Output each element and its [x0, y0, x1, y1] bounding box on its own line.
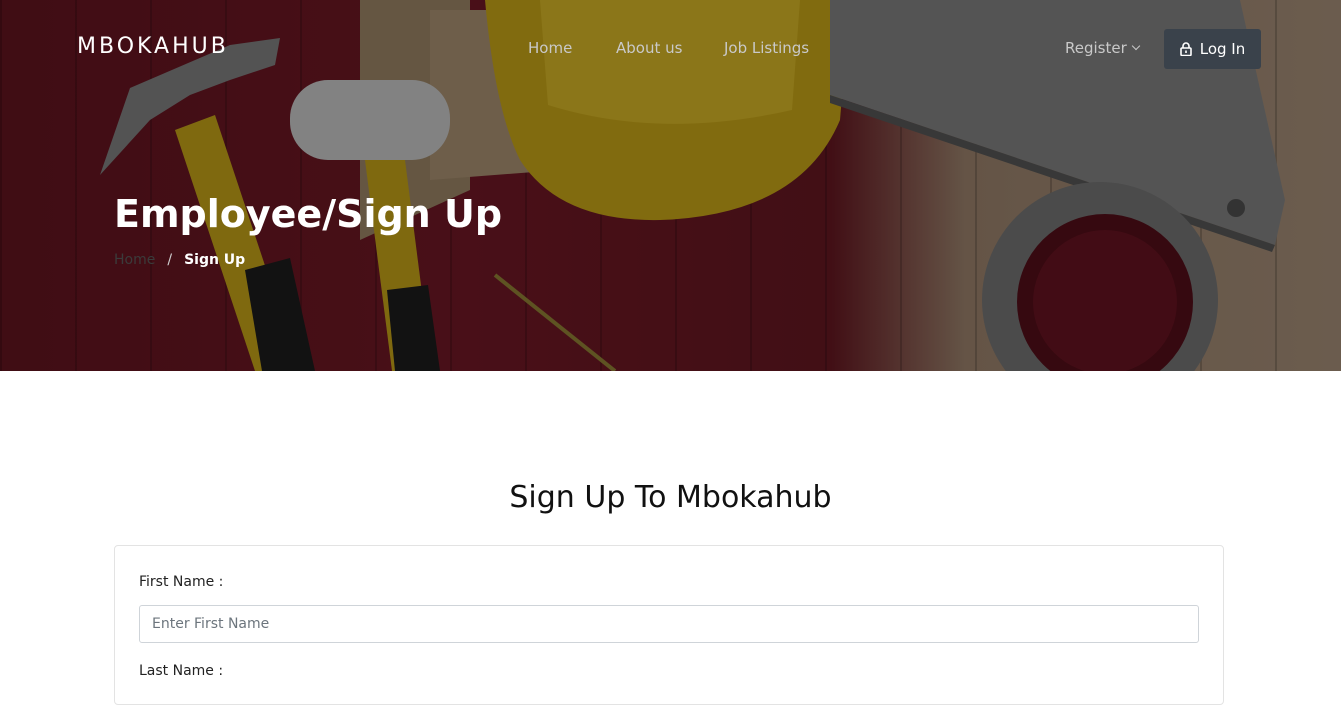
register-label: Register [1065, 39, 1127, 57]
top-navigation: MBOKAHUB Home About us Job Listings Regi… [0, 0, 1341, 96]
signup-heading: Sign Up To Mbokahub [509, 480, 832, 515]
nav-link-about[interactable]: About us [616, 39, 682, 57]
page-title: Employee/Sign Up [114, 192, 503, 236]
breadcrumb-home-link[interactable]: Home [114, 252, 155, 268]
last-name-label: Last Name : [139, 663, 224, 679]
chevron-down-icon [1131, 41, 1141, 51]
nav-link-job-listings[interactable]: Job Listings [724, 39, 809, 57]
register-dropdown[interactable]: Register [1065, 39, 1141, 57]
breadcrumb: Home / Sign Up [114, 252, 245, 268]
signup-form-card: First Name : Last Name : [114, 545, 1224, 705]
login-button[interactable]: Log In [1164, 29, 1261, 69]
first-name-input[interactable] [139, 605, 1199, 643]
breadcrumb-separator: / [167, 252, 173, 268]
lock-icon [1179, 42, 1192, 56]
brand-logo[interactable]: MBOKAHUB [77, 34, 229, 59]
login-label: Log In [1199, 40, 1246, 58]
nav-link-home[interactable]: Home [528, 39, 572, 57]
first-name-label: First Name : [139, 574, 224, 590]
breadcrumb-current: Sign Up [184, 252, 246, 268]
